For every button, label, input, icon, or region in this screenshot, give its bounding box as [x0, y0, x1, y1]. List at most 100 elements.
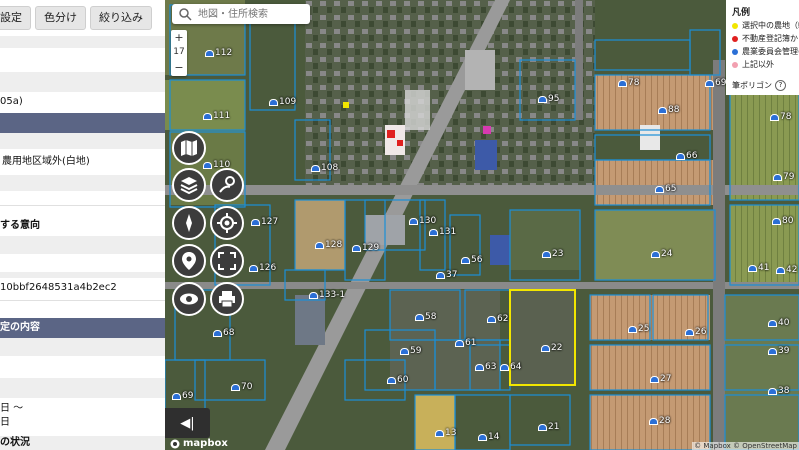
parcel-label[interactable]: 127: [251, 217, 278, 227]
parcel-pin-icon: [500, 363, 509, 371]
parcel-label[interactable]: 37: [436, 270, 457, 280]
parcel-label[interactable]: 27: [650, 374, 671, 384]
parcel-label[interactable]: 13: [435, 428, 456, 438]
parcel-label[interactable]: 63: [475, 362, 496, 372]
parcel-label[interactable]: 22: [541, 343, 562, 353]
parcel-label[interactable]: 23: [542, 249, 563, 259]
legend-swatch: [732, 35, 738, 42]
parcel-label[interactable]: 28: [649, 416, 670, 426]
parcel-label[interactable]: 126: [249, 263, 276, 273]
parcel-label[interactable]: 21: [538, 422, 559, 432]
parcel-pin-icon: [213, 329, 222, 337]
compass-button[interactable]: [172, 206, 206, 240]
polygon-toggle[interactable]: 筆ポリゴン ?: [732, 80, 786, 91]
parcel-label[interactable]: 131: [429, 227, 456, 237]
legend-swatch: [732, 22, 738, 29]
search-input[interactable]: [196, 5, 308, 23]
parcel-label[interactable]: 41: [748, 263, 769, 273]
route-button[interactable]: [210, 168, 244, 202]
help-icon[interactable]: ?: [775, 80, 786, 91]
parcel-label[interactable]: 95: [538, 94, 559, 104]
parcel-label[interactable]: 128: [315, 240, 342, 250]
parcel-label[interactable]: 65: [655, 184, 676, 194]
parcel-pin-icon: [776, 266, 785, 274]
parcel-label[interactable]: 80: [772, 216, 793, 226]
parcel-label[interactable]: 70: [231, 382, 252, 392]
parcel-label[interactable]: 24: [651, 249, 672, 259]
filter-button[interactable]: 絞り込み: [90, 6, 152, 30]
divider: [0, 300, 165, 301]
parcel-number: 39: [778, 346, 790, 356]
parcel-label[interactable]: 112: [205, 48, 232, 58]
parcel-pin-icon: [475, 363, 484, 371]
parcel-label[interactable]: 66: [676, 151, 697, 161]
parcel-label[interactable]: 56: [461, 255, 482, 265]
collapse-panel-button[interactable]: ◀|: [165, 408, 210, 438]
parcel-label[interactable]: 62: [487, 314, 508, 324]
parcel-label[interactable]: 64: [500, 362, 521, 372]
panel-row-label: [0, 133, 165, 149]
parcel-pin-icon: [628, 325, 637, 333]
parcel-pin-icon: [772, 217, 781, 225]
parcel-label[interactable]: 25: [628, 324, 649, 334]
parcel-label[interactable]: 133-1: [309, 290, 345, 300]
parcel-label[interactable]: 111: [203, 111, 230, 121]
parcel-label[interactable]: 58: [415, 312, 436, 322]
parcel-number: 95: [548, 94, 560, 104]
parcel-number: 127: [261, 217, 279, 227]
parcel-label[interactable]: 88: [658, 105, 679, 115]
visibility-button[interactable]: [172, 282, 206, 316]
parcel-label[interactable]: 79: [773, 172, 794, 182]
parcel-label[interactable]: 14: [478, 432, 499, 442]
route-pin-icon: [219, 176, 235, 193]
address-search[interactable]: [172, 4, 310, 24]
parcel-label[interactable]: 40: [768, 318, 789, 328]
parcel-pin-icon: [618, 79, 627, 87]
layers-button[interactable]: [172, 168, 206, 202]
marker-button[interactable]: [172, 244, 206, 278]
parcel-label[interactable]: 130: [409, 216, 436, 226]
parcel-label[interactable]: 59: [400, 346, 421, 356]
zoom-in-button[interactable]: +: [171, 30, 187, 45]
panel-row-label: [0, 236, 165, 254]
compass-icon: [186, 214, 192, 232]
parcel-label[interactable]: 42: [776, 265, 797, 275]
print-button[interactable]: [210, 282, 244, 316]
parcel-label[interactable]: 68: [213, 328, 234, 338]
parcel-label[interactable]: 69: [172, 391, 193, 401]
fullscreen-button[interactable]: [210, 244, 244, 278]
parcel-number: 80: [782, 216, 794, 226]
parcel-label[interactable]: 78: [770, 112, 791, 122]
parcel-pin-icon: [768, 387, 777, 395]
current-location-button[interactable]: [210, 206, 244, 240]
parcel-label[interactable]: 69: [705, 78, 726, 88]
crosshair-icon: [217, 213, 237, 233]
legend-item-label: 農業委員会管理の: [742, 47, 799, 56]
parcel-label[interactable]: 78: [618, 78, 639, 88]
map-layer-button[interactable]: [172, 131, 206, 165]
parcel-number: 27: [660, 374, 672, 384]
parcel-label[interactable]: 129: [352, 243, 379, 253]
parcel-pin-icon: [352, 244, 361, 252]
parcel-pin-icon: [251, 218, 260, 226]
zoom-level: 17: [173, 47, 185, 57]
parcel-label[interactable]: 38: [768, 386, 789, 396]
map-view[interactable]: 112 109 111 110 108 127 128 129 130 131 126 133-1 37…: [165, 0, 799, 450]
zoom-out-button[interactable]: −: [171, 60, 187, 75]
display-settings-button[interactable]: 示設定: [0, 6, 31, 30]
parcel-number: 111: [213, 111, 231, 121]
parcel-pin-icon: [315, 241, 324, 249]
parcel-label[interactable]: 39: [768, 346, 789, 356]
parcel-number: 59: [410, 346, 422, 356]
map-attribution[interactable]: © Mapbox © OpenStreetMap: [692, 442, 799, 450]
eye-icon: [180, 293, 198, 305]
parcel-number: 13: [445, 428, 457, 438]
parcel-label[interactable]: 108: [311, 163, 338, 173]
parcel-label[interactable]: 60: [387, 375, 408, 385]
parcel-pin-icon: [455, 339, 464, 347]
parcel-label[interactable]: 26: [685, 327, 706, 337]
parcel-number: 68: [223, 328, 235, 338]
parcel-label[interactable]: 109: [269, 97, 296, 107]
color-coding-button[interactable]: 色分け: [35, 6, 86, 30]
parcel-label[interactable]: 61: [455, 338, 476, 348]
